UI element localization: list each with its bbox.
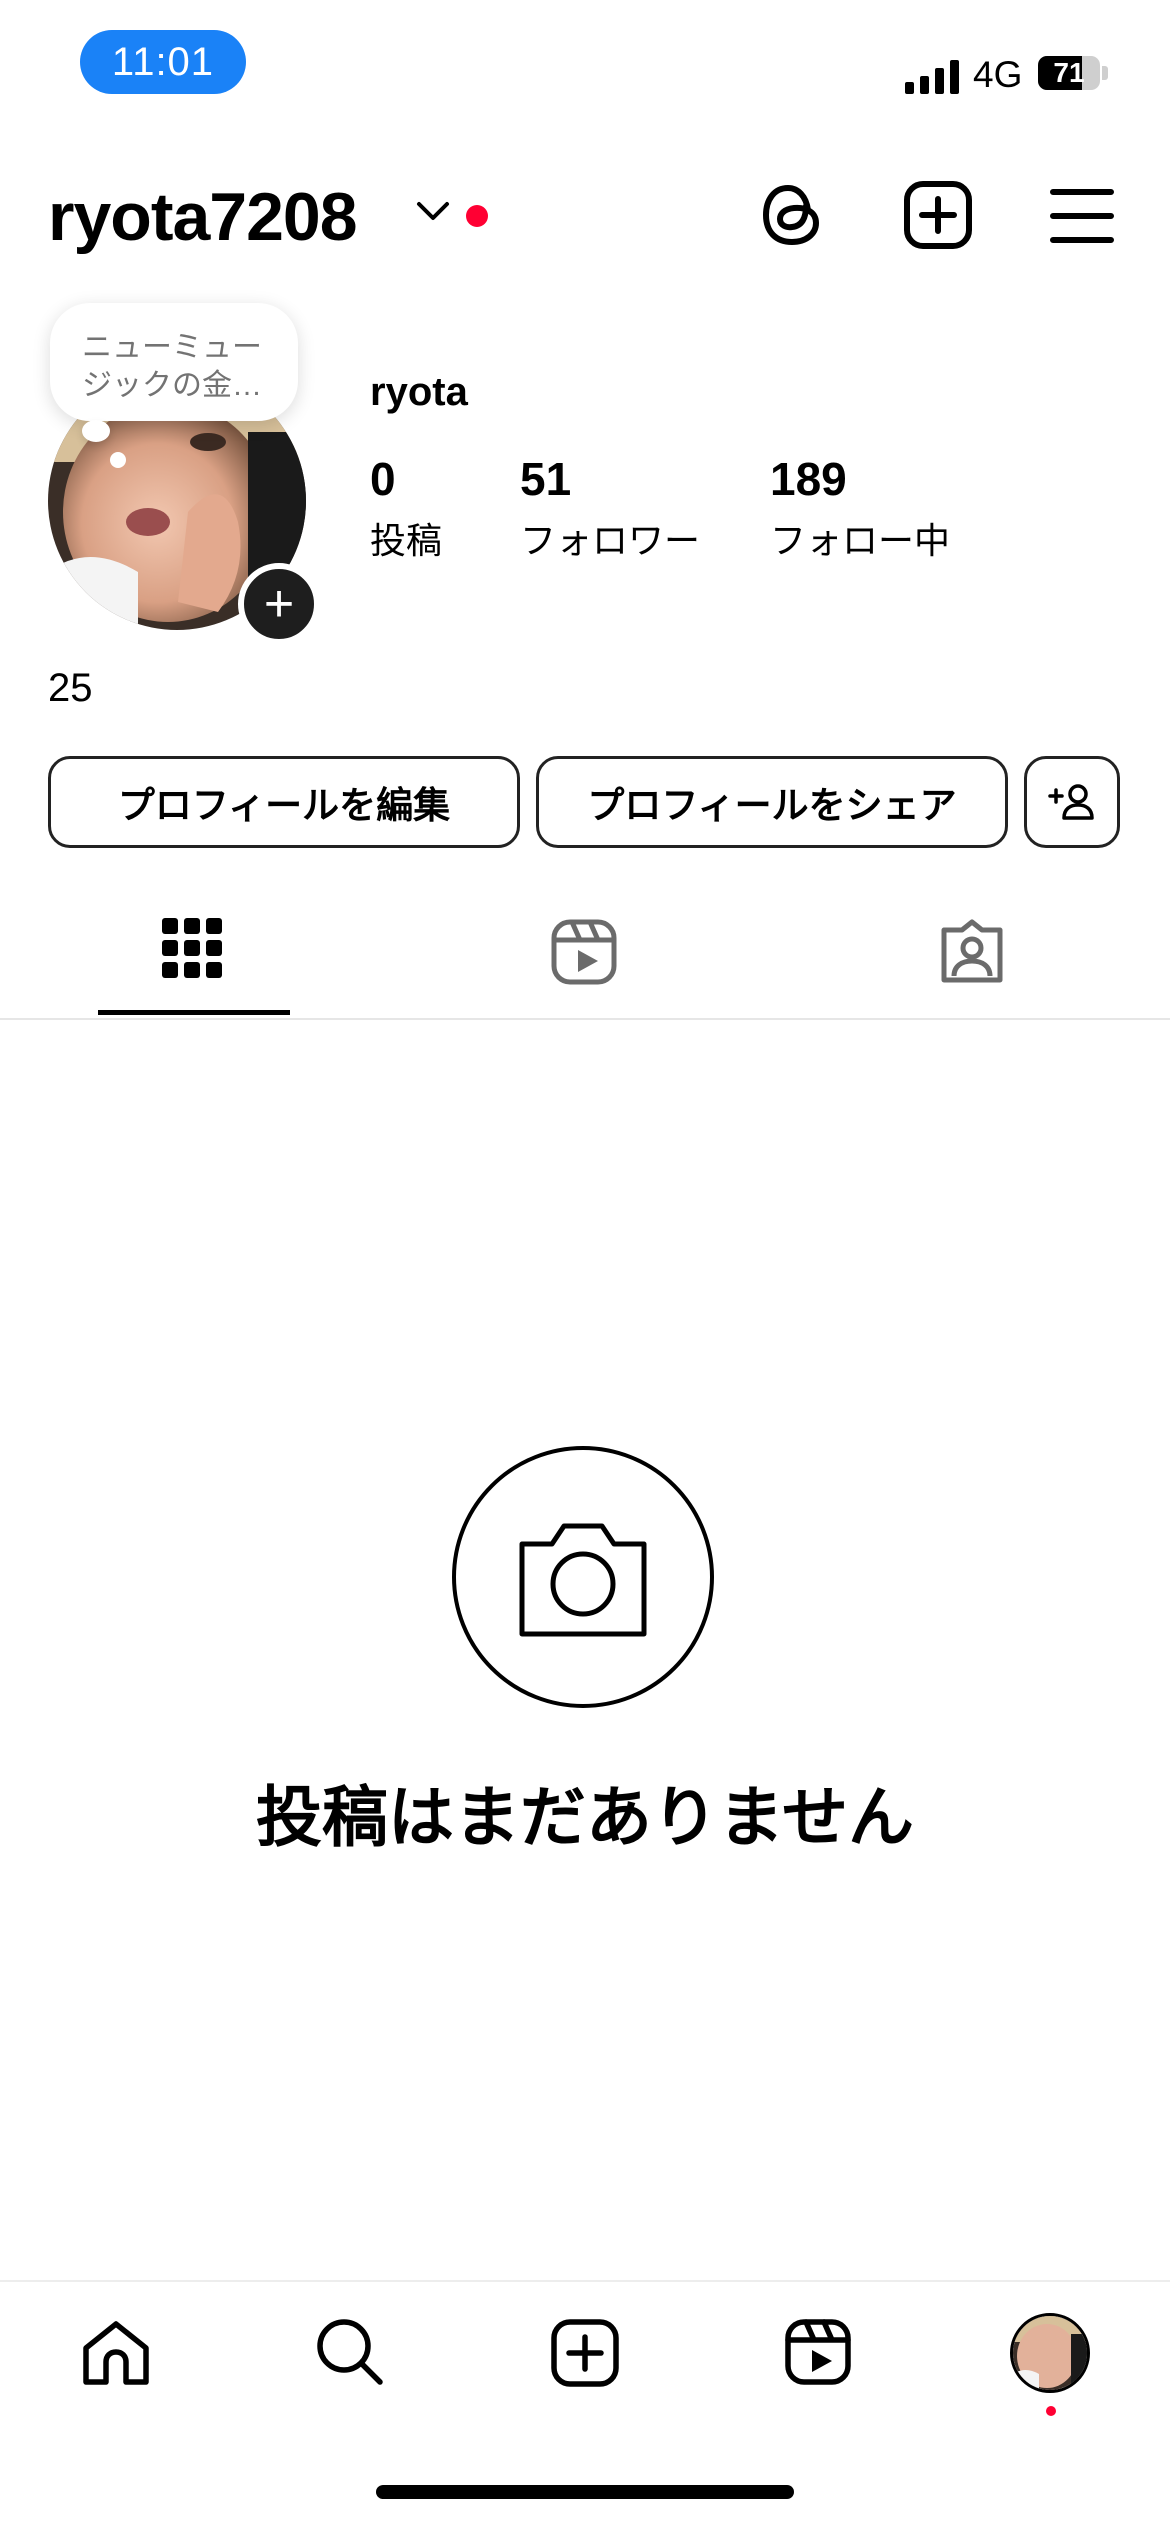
create-post-icon[interactable] xyxy=(903,180,973,255)
tab-reels[interactable] xyxy=(550,918,618,991)
tagged-icon xyxy=(941,919,1003,983)
create-icon[interactable] xyxy=(550,2318,620,2393)
stat-following-count: 189 xyxy=(770,453,847,505)
bio-text: 25 xyxy=(48,666,93,710)
grid-icon xyxy=(162,918,222,978)
add-person-icon xyxy=(1048,784,1094,820)
threads-icon[interactable] xyxy=(760,180,826,255)
discover-people-button[interactable] xyxy=(1024,756,1120,848)
battery-level: 71 xyxy=(1053,57,1085,88)
chevron-down-icon[interactable] xyxy=(415,200,451,229)
note-bubble-tail xyxy=(82,420,110,442)
stat-posts-count: 0 xyxy=(370,453,396,505)
display-name: ryota xyxy=(370,370,468,414)
share-profile-button[interactable]: プロフィールをシェア xyxy=(536,756,1008,848)
profile-tab-avatar[interactable] xyxy=(1010,2313,1090,2393)
stat-followers-label: フォロワー xyxy=(520,520,701,561)
search-icon[interactable] xyxy=(314,2316,386,2393)
add-story-button[interactable]: + xyxy=(238,563,320,645)
camera-icon xyxy=(512,1512,654,1647)
stat-followers[interactable]: 51 フォロワー xyxy=(520,452,700,564)
menu-icon[interactable] xyxy=(1050,188,1114,249)
tab-tagged[interactable] xyxy=(938,918,1006,989)
home-icon[interactable] xyxy=(80,2318,152,2393)
stat-following-label: フォロー中 xyxy=(770,520,951,561)
note-bubble-tail-small xyxy=(110,452,126,468)
note-bubble[interactable]: ニューミュージックの金… xyxy=(50,303,298,421)
stat-posts[interactable]: 0 投稿 xyxy=(370,452,442,564)
reels-nav-icon[interactable] xyxy=(784,2318,852,2391)
stat-following[interactable]: 189 フォロー中 xyxy=(770,452,950,564)
battery-icon: 71 xyxy=(1038,56,1100,90)
signal-icon xyxy=(905,58,959,94)
edit-profile-button[interactable]: プロフィールを編集 xyxy=(48,756,520,848)
stat-posts-label: 投稿 xyxy=(370,520,443,561)
profile-notification-dot xyxy=(1046,2406,1056,2416)
notification-dot xyxy=(466,205,488,227)
battery-tip xyxy=(1102,66,1108,80)
reels-icon xyxy=(551,919,617,985)
home-indicator xyxy=(376,2485,794,2499)
empty-state-message: 投稿はまだありません xyxy=(255,1780,915,1854)
account-switcher-username[interactable]: ryota7208 xyxy=(48,178,358,256)
status-time: 11:01 xyxy=(80,30,246,94)
bottom-nav-divider xyxy=(0,2280,1170,2282)
active-tab-indicator xyxy=(98,1010,290,1015)
note-text: ニューミュージックの金… xyxy=(82,331,262,402)
tabs-divider xyxy=(0,1018,1170,1020)
network-type: 4G xyxy=(973,54,1023,95)
stat-followers-count: 51 xyxy=(520,453,572,505)
tab-posts-grid[interactable] xyxy=(160,916,224,985)
